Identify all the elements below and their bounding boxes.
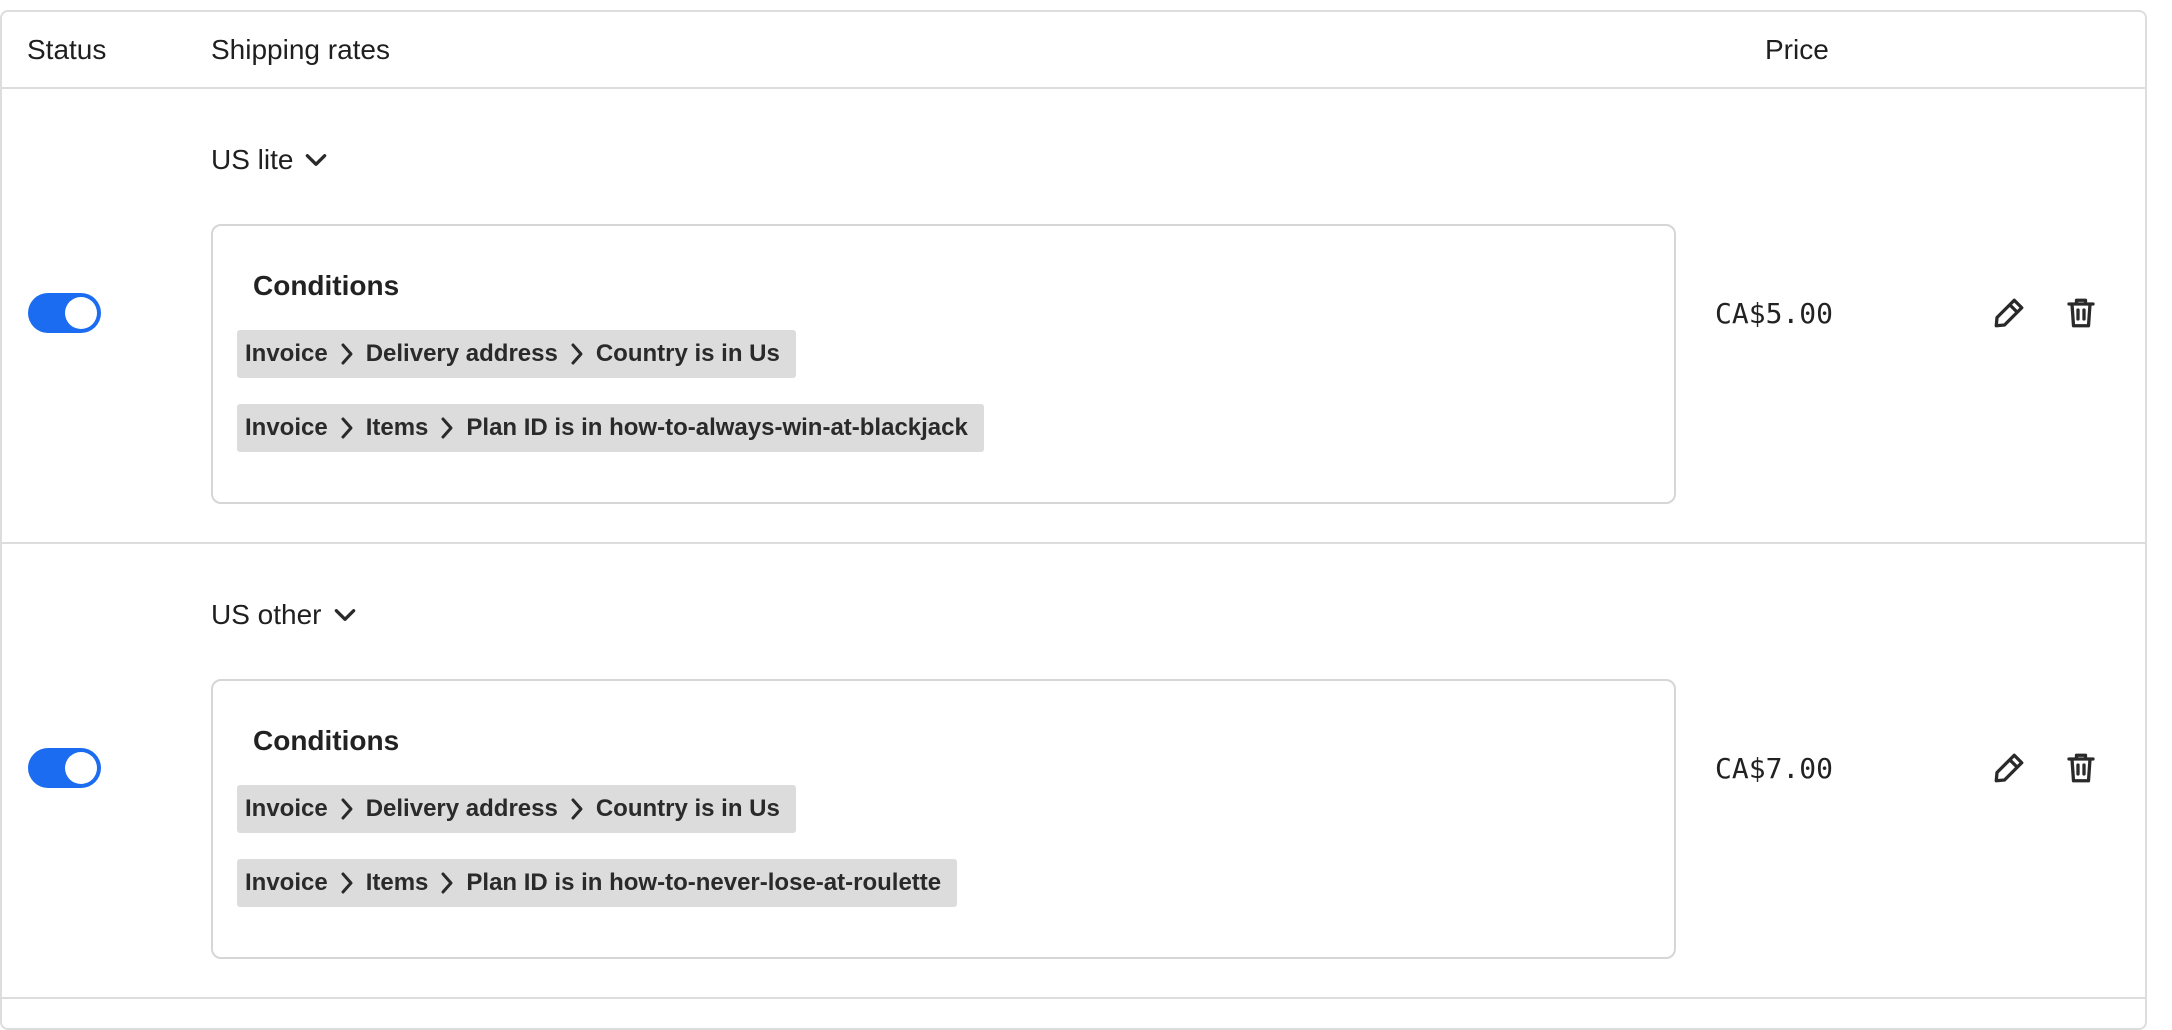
conditions-box: Conditions Invoice Delivery address Coun… [211,224,1676,504]
trash-icon [2067,298,2095,328]
condition-part: Items [365,869,429,896]
condition-part: Invoice [245,869,328,896]
condition-chip: Invoice Delivery address Country is in U… [237,330,796,378]
condition-part: Items [365,414,429,441]
toggle-knob [65,297,97,329]
chevron-down-icon [306,154,327,166]
pencil-icon [1994,298,2024,328]
condition-part: Delivery address [365,340,558,367]
table-row: US other Conditions Invoice Delivery add… [2,544,2145,999]
condition-part: Invoice [245,340,328,367]
chevron-right-icon [341,343,353,365]
chevron-right-icon [441,417,453,439]
condition-part: Plan ID is in how-to-always-win-at-black… [466,414,968,441]
chevron-right-icon [341,417,353,439]
column-header-shipping-rates: Shipping rates [211,34,391,65]
rate-name: US other [211,599,322,630]
chevron-right-icon [341,798,353,820]
rate-name: US lite [211,144,294,175]
table-row: US lite Conditions Invoice Delivery addr… [2,89,2145,544]
status-toggle[interactable] [28,293,101,333]
edit-button[interactable] [1989,748,2029,788]
condition-part: Country is in Us [595,340,780,367]
condition-chip: Invoice Items Plan ID is in how-to-alway… [237,404,984,452]
pencil-icon [1994,753,2024,783]
chevron-right-icon [571,343,583,365]
column-header-status: Status [27,34,107,65]
condition-part: Delivery address [365,795,558,822]
condition-chip: Invoice Delivery address Country is in U… [237,785,796,833]
condition-part: Plan ID is in how-to-never-lose-at-roule… [466,869,942,896]
condition-part: Country is in Us [595,795,780,822]
condition-part: Invoice [245,795,328,822]
chevron-right-icon [441,872,453,894]
rate-name-dropdown[interactable]: US other [211,599,358,631]
column-header-price: Price [1765,34,1829,65]
conditions-title: Conditions [253,725,400,756]
price-value: CA$5.00 [1715,297,1834,330]
delete-button[interactable] [2061,748,2101,788]
conditions-title: Conditions [253,270,400,301]
chevron-right-icon [571,798,583,820]
toggle-knob [65,752,97,784]
conditions-box: Conditions Invoice Delivery address Coun… [211,679,1676,959]
chevron-right-icon [341,872,353,894]
edit-button[interactable] [1989,293,2029,333]
rate-name-dropdown[interactable]: US lite [211,144,329,176]
condition-part: Invoice [245,414,328,441]
trash-icon [2067,753,2095,783]
delete-button[interactable] [2061,293,2101,333]
condition-chip: Invoice Items Plan ID is in how-to-never… [237,859,958,907]
shipping-rates-table: Status Shipping rates Price US lite Cond… [0,10,2147,1030]
chevron-down-icon [334,609,355,621]
price-value: CA$7.00 [1715,752,1834,785]
table-header: Status Shipping rates Price [2,12,2145,89]
status-toggle[interactable] [28,748,101,788]
